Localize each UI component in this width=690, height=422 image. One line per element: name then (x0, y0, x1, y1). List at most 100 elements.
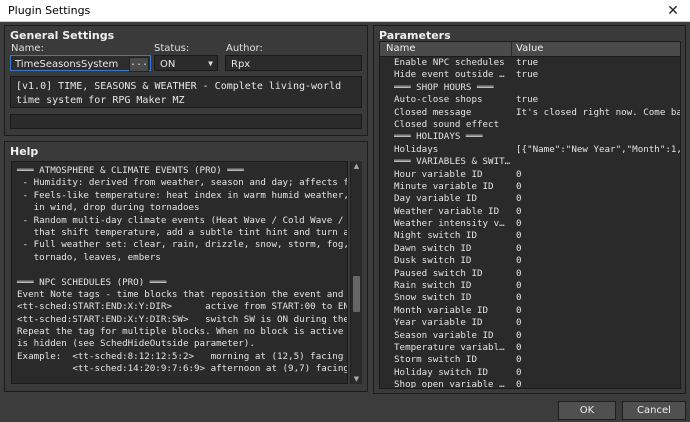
column-divider[interactable] (511, 42, 512, 56)
param-value: 0 (516, 180, 522, 192)
param-row[interactable]: Month variable ID 0 (380, 305, 680, 317)
param-row[interactable]: Night switch ID 0 (380, 230, 680, 242)
plugin-description: [v1.0] TIME, SEASONS & WEATHER - Complet… (10, 76, 362, 108)
param-section-row[interactable]: ═══ HOLIDAYS ═══ (380, 131, 680, 143)
param-value: 0 (516, 354, 522, 366)
param-name: Hour variable ID (394, 168, 483, 180)
param-name: Shop open variable ID (394, 379, 510, 389)
col-value-header[interactable]: Value (516, 43, 543, 54)
window-titlebar: Plugin Settings ✕ (0, 0, 690, 22)
param-name: Weather variable ID (394, 205, 500, 217)
param-row[interactable]: Closed sound effect (380, 119, 680, 131)
general-settings-title: General Settings (10, 29, 115, 42)
help-title: Help (10, 145, 39, 158)
parameters-rows: Enable NPC schedules true Hide event outs… (380, 57, 680, 389)
help-scrollbar[interactable]: ▲ ▼ (350, 161, 362, 384)
param-name: Auto-close shops (394, 94, 483, 106)
param-value: 0 (516, 329, 522, 341)
help-line: <tt-sched:START:END:X:Y:DIR> active from… (17, 301, 347, 313)
param-row[interactable]: Enable NPC schedules true (380, 57, 680, 69)
param-row[interactable]: Day variable ID 0 (380, 193, 680, 205)
param-name: Month variable ID (394, 304, 489, 316)
close-icon[interactable]: ✕ (662, 1, 684, 21)
param-value: true (516, 69, 539, 81)
param-value: 0 (516, 341, 522, 353)
help-line: Event Note tags - time blocks that repos… (17, 288, 344, 300)
browse-plugin-button[interactable]: ... (129, 57, 149, 72)
param-name: Temperature variable ID (394, 341, 510, 353)
param-row[interactable]: Weather intensity variable ID 0 (380, 218, 680, 230)
param-value: 0 (516, 255, 522, 267)
param-row[interactable]: Snow switch ID 0 (380, 292, 680, 304)
param-name: Weather intensity variable ID (394, 218, 510, 230)
status-select[interactable]: ON ▼ (154, 55, 218, 71)
param-row[interactable]: Temperature variable ID 0 (380, 342, 680, 354)
help-line: ═══ NPC SCHEDULES (PRO) ═══ (17, 276, 167, 288)
help-line: Repeat the tag for multiple blocks. When… (17, 326, 344, 338)
help-line: - Full weather set: clear, rain, drizzle… (17, 239, 348, 251)
help-line: <tt-sched:14:20:9:7:6:9> afternoon at (9… (72, 363, 348, 375)
param-value: 0 (516, 317, 522, 329)
param-name: Minute variable ID (394, 180, 494, 192)
param-section-row[interactable]: ═══ SHOP HOURS ═══ (380, 82, 680, 94)
help-line: is hidden (see SchedHideOutside paramete… (17, 338, 255, 350)
help-line: - Humidity: derived from weather, season… (22, 177, 347, 189)
param-row[interactable]: Dawn switch ID 0 (380, 243, 680, 255)
author-field[interactable]: Rpx (225, 55, 362, 71)
param-row[interactable]: Weather variable ID 0 (380, 206, 680, 218)
param-row[interactable]: Hour variable ID 0 (380, 169, 680, 181)
plugin-name-value: TimeSeasonsSystem (15, 59, 119, 70)
ok-button[interactable]: OK (558, 401, 616, 420)
parameters-table[interactable]: Name Value Enable NPC schedules true Hide… (379, 41, 681, 389)
param-name: Rain switch ID (394, 280, 472, 292)
help-line: ═══ ATMOSPHERE & CLIMATE EVENTS (PRO) ══… (17, 165, 244, 176)
param-name: Holidays (394, 143, 439, 155)
param-row[interactable]: Paused switch ID 0 (380, 268, 680, 280)
help-line: that shift temperature, add a subtle tin… (33, 226, 347, 238)
param-value: 0 (516, 242, 522, 254)
param-section-name: ═══ VARIABLES & SWITCHES ═══ (394, 156, 514, 168)
plugin-name-field[interactable]: TimeSeasonsSystem ... (10, 55, 151, 72)
param-value: 0 (516, 304, 522, 316)
param-name: Day variable ID (394, 193, 477, 205)
param-value: 0 (516, 218, 522, 230)
param-row[interactable]: Storm switch ID 0 (380, 354, 680, 366)
param-row[interactable]: Dusk switch ID 0 (380, 255, 680, 267)
help-scrollbar-thumb[interactable] (353, 276, 360, 312)
param-row[interactable]: Season variable ID 0 (380, 330, 680, 342)
scroll-up-icon[interactable]: ▲ (351, 161, 362, 171)
param-row[interactable]: Closed message It's closed right now. Com… (380, 107, 680, 119)
param-row[interactable]: Holiday switch ID 0 (380, 367, 680, 379)
param-value: 0 (516, 230, 522, 242)
param-value: true (516, 57, 539, 68)
param-name: Year variable ID (394, 317, 483, 329)
param-value: 0 (516, 168, 522, 180)
param-name: Dusk switch ID (394, 255, 472, 267)
author-value: Rpx (231, 59, 251, 70)
help-line: <tt-sched:START:END:X:Y:DIR:SW> switch S… (17, 313, 348, 325)
parameters-header: Name Value (380, 42, 680, 57)
scroll-down-icon[interactable]: ▼ (351, 374, 362, 384)
cancel-button[interactable]: Cancel (622, 401, 686, 420)
author-label: Author: (226, 43, 263, 54)
param-name: Holiday switch ID (394, 366, 489, 378)
param-name: Paused switch ID (394, 267, 483, 279)
help-line: - Feels-like temperature: heat index in … (22, 189, 348, 201)
param-name: Season variable ID (394, 329, 494, 341)
col-name-header[interactable]: Name (386, 43, 416, 54)
param-value: 0 (516, 379, 522, 389)
name-label: Name: (11, 43, 44, 54)
param-section-row[interactable]: ═══ VARIABLES & SWITCHES ═══ (380, 156, 680, 168)
param-row[interactable]: Shop open variable ID 0 (380, 379, 680, 389)
param-row[interactable]: Year variable ID 0 (380, 317, 680, 329)
param-row[interactable]: Rain switch ID 0 (380, 280, 680, 292)
param-row[interactable]: Minute variable ID 0 (380, 181, 680, 193)
param-value: true (516, 94, 539, 106)
help-text-area[interactable]: ═══ ATMOSPHERE & CLIMATE EVENTS (PRO) ══… (11, 161, 348, 384)
param-row[interactable]: Holidays [{"Name":"New Year","Month":1,"D… (380, 144, 680, 156)
param-name: Enable NPC schedules (394, 57, 505, 68)
param-row[interactable]: Auto-close shops true (380, 94, 680, 106)
param-name: Storm switch ID (394, 354, 477, 366)
param-row[interactable]: Hide event outside blocks true (380, 69, 680, 81)
window-title: Plugin Settings (8, 4, 91, 17)
